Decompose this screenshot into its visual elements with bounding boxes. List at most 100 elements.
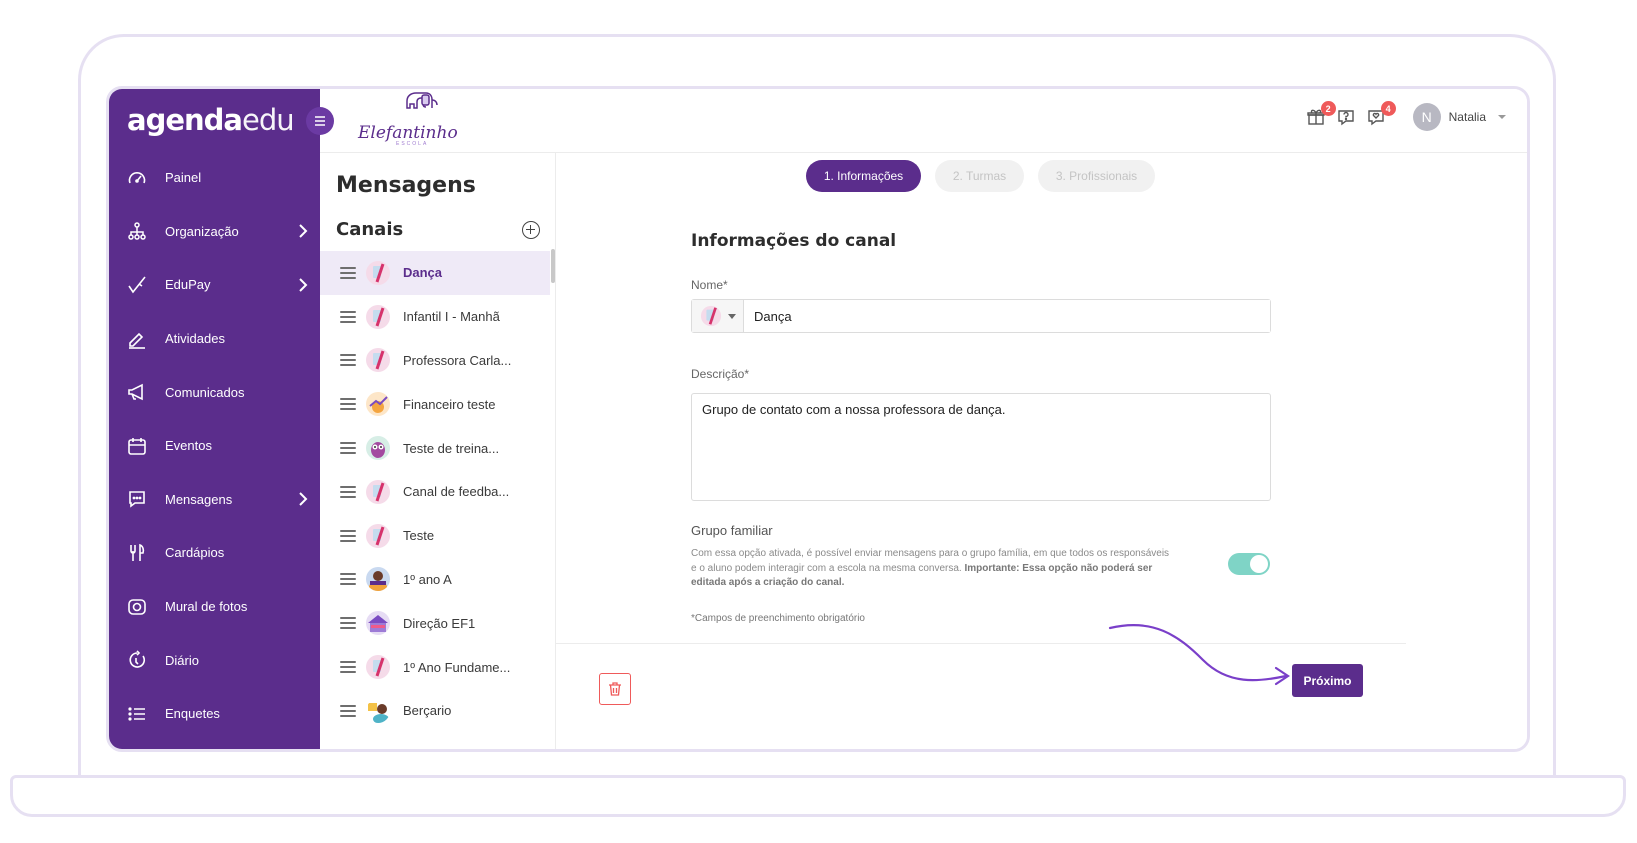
channel-item[interactable]: Infantil I - Manhã [320, 295, 550, 339]
drag-handle-icon[interactable] [340, 661, 356, 674]
drag-handle-icon[interactable] [340, 529, 356, 542]
description-textarea[interactable]: Grupo de contato com a nossa professora … [691, 393, 1271, 501]
sidebar-item-enquetes[interactable]: Enquetes [109, 687, 320, 741]
channel-label: Berçario [403, 703, 452, 719]
camera-icon [127, 597, 147, 617]
name-label: Nome* [691, 278, 728, 292]
drag-handle-icon[interactable] [340, 617, 356, 630]
chevron-right-icon [299, 224, 308, 239]
chevron-right-icon [299, 492, 308, 507]
channel-item[interactable]: 1º ano A [320, 558, 550, 602]
channel-item[interactable]: Professora Carla... [320, 339, 550, 383]
drag-handle-icon[interactable] [340, 310, 356, 323]
sidebar-toggle-button[interactable] [306, 107, 334, 135]
user-menu[interactable]: N Natalia [1412, 103, 1506, 131]
sidebar-item-edupay[interactable]: EduPay [109, 258, 320, 312]
step-informacoes[interactable]: 1. Informações [806, 160, 921, 192]
step-profissionais: 3. Profissionais [1038, 160, 1155, 192]
megaphone-icon [127, 382, 147, 402]
channel-form: 1. Informações 2. Turmas 3. Profissionai… [556, 153, 1527, 749]
pencil-icon [127, 329, 147, 349]
app-window: agendaedu Painel Organização EduPay Ativ… [106, 86, 1530, 752]
channel-item[interactable]: Financeiro teste [320, 382, 550, 426]
channel-list: Dança Infantil I - Manhã Professora Carl… [320, 251, 550, 733]
list-icon [127, 704, 147, 724]
channels-panel: Mensagens Canais Dança Infantil I - Manh… [320, 153, 556, 749]
channels-heading: Canais [336, 219, 404, 240]
next-button[interactable]: Próximo [1292, 664, 1363, 697]
name-field [691, 299, 1271, 333]
sidebar-item-painel[interactable]: Painel [109, 151, 320, 205]
scrollbar[interactable] [551, 249, 555, 283]
drag-handle-icon[interactable] [340, 398, 356, 411]
sidebar-item-cardapios[interactable]: Cardápios [109, 526, 320, 580]
delete-channel-button[interactable] [599, 673, 631, 705]
sidebar-item-label: Enquetes [165, 706, 220, 722]
chevron-right-icon [299, 278, 308, 292]
drag-handle-icon[interactable] [340, 442, 356, 455]
sidebar-item-eventos[interactable]: Eventos [109, 419, 320, 473]
channel-item[interactable]: 1º Ano Fundame... [320, 645, 550, 689]
stepper: 1. Informações 2. Turmas 3. Profissionai… [806, 160, 1169, 192]
help-button[interactable] [1333, 104, 1359, 130]
sidebar-item-label: Organização [165, 223, 239, 239]
channel-label: Dança [403, 265, 443, 281]
channel-label: Financeiro teste [403, 396, 496, 412]
gift-button[interactable]: 2 [1303, 101, 1336, 130]
check-pen-icon [127, 275, 147, 295]
family-group-title: Grupo familiar [691, 523, 773, 538]
family-group-toggle[interactable] [1228, 553, 1270, 575]
channel-item[interactable]: Teste [320, 514, 550, 558]
sidebar-item-organizacao[interactable]: Organização [109, 205, 320, 259]
channel-avatar [366, 348, 390, 373]
channel-label: Direção EF1 [403, 615, 476, 631]
org-chart-icon [127, 221, 147, 241]
drag-handle-icon[interactable] [340, 573, 356, 586]
sidebar-item-atividades[interactable]: Atividades [109, 312, 320, 366]
drag-handle-icon[interactable] [340, 354, 356, 367]
hamburger-icon [315, 116, 325, 126]
channel-label: Canal de feedba... [403, 484, 510, 500]
channel-label: 1º Ano Fundame... [403, 659, 511, 675]
trash-icon [609, 682, 621, 696]
sidebar-item-diario[interactable]: Diário [109, 633, 320, 687]
sidebar-item-mensagens[interactable]: Mensagens [109, 473, 320, 527]
channel-item[interactable]: Berçario [320, 689, 550, 733]
channel-item[interactable]: Canal de feedba... [320, 470, 550, 514]
channel-item[interactable]: Dança [320, 251, 550, 295]
drag-handle-icon[interactable] [340, 485, 356, 498]
sidebar-item-label: Cardápios [165, 545, 225, 561]
sidebar-item-label: Mensagens [165, 491, 233, 507]
channel-avatar [366, 523, 390, 548]
brand-logo[interactable]: agendaedu [127, 103, 295, 137]
top-bar: Elefantinho ESCOLA 2 4 N Natalia [320, 89, 1527, 153]
school-name: Elefantinho [358, 123, 458, 143]
channel-item[interactable]: Direção EF1 [320, 601, 550, 645]
channel-label: 1º ano A [403, 571, 452, 587]
form-title: Informações do canal [691, 231, 897, 251]
nursery-icon [366, 698, 390, 723]
channel-item[interactable]: Teste de treina... [320, 426, 550, 470]
channel-label: Professora Carla... [403, 352, 512, 368]
avatar: N [1412, 103, 1441, 131]
help-icon [1337, 110, 1354, 126]
messages-badge: 4 [1380, 101, 1396, 116]
add-channel-button[interactable] [522, 221, 540, 239]
sidebar-item-label: Diário [165, 652, 199, 668]
channel-label: Teste [403, 528, 435, 544]
channel-icon-picker[interactable] [692, 300, 744, 332]
sidebar-item-comunicados[interactable]: Comunicados [109, 365, 320, 419]
sidebar-item-mural-de-fotos[interactable]: Mural de fotos [109, 580, 320, 634]
name-input[interactable] [744, 300, 1270, 332]
chat-icon [127, 489, 147, 509]
required-fields-note: *Campos de preenchimento obrigatório [691, 613, 865, 624]
school-building-icon [366, 611, 390, 636]
sidebar-item-label: Painel [165, 170, 202, 186]
messages-button[interactable]: 4 [1363, 101, 1396, 130]
description-label: Descrição* [691, 367, 750, 381]
drag-handle-icon[interactable] [340, 704, 356, 717]
drag-handle-icon[interactable] [340, 266, 356, 279]
laptop-base [10, 775, 1626, 817]
channel-avatar [366, 260, 390, 285]
page-title: Mensagens [336, 173, 476, 198]
